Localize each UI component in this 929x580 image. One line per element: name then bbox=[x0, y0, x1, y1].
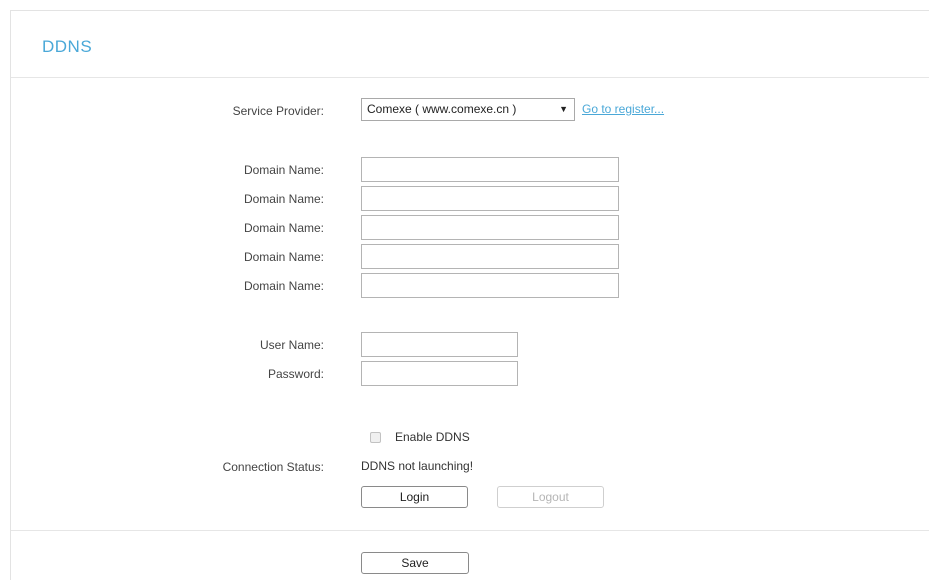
page-title: DDNS bbox=[42, 37, 93, 56]
username-label: User Name: bbox=[259, 338, 324, 352]
login-button[interactable]: Login bbox=[361, 486, 468, 508]
checkbox-icon[interactable] bbox=[370, 431, 381, 443]
service-provider-selected: Comexe ( www.comexe.cn ) bbox=[367, 102, 517, 116]
enable-ddns-label: Enable DDNS bbox=[395, 430, 470, 444]
title-divider bbox=[11, 77, 929, 78]
domain-name-label-3: Domain Name: bbox=[243, 221, 324, 235]
connection-status-value: DDNS not launching! bbox=[361, 459, 474, 473]
go-to-register-link[interactable]: Go to register... bbox=[582, 102, 664, 116]
logout-button[interactable]: Logout bbox=[497, 486, 604, 508]
domain-name-input-1[interactable] bbox=[361, 157, 619, 182]
domain-name-label-1: Domain Name: bbox=[243, 163, 324, 177]
service-provider-select[interactable]: Comexe ( www.comexe.cn ) ▼ bbox=[361, 98, 575, 121]
service-provider-label: Service Provider: bbox=[232, 104, 324, 118]
domain-name-input-3[interactable] bbox=[361, 215, 619, 240]
connection-status-label: Connection Status: bbox=[222, 460, 324, 474]
triangle-down-icon: ▼ bbox=[559, 104, 568, 114]
username-input[interactable] bbox=[361, 332, 518, 357]
domain-name-label-5: Domain Name: bbox=[243, 279, 324, 293]
domain-name-input-5[interactable] bbox=[361, 273, 619, 298]
domain-name-label-4: Domain Name: bbox=[243, 250, 324, 264]
password-label: Password: bbox=[267, 367, 324, 381]
enable-ddns-option[interactable]: Enable DDNS bbox=[370, 430, 470, 444]
save-button[interactable]: Save bbox=[361, 552, 469, 574]
footer-divider bbox=[11, 530, 929, 531]
domain-name-input-2[interactable] bbox=[361, 186, 619, 211]
domain-name-input-4[interactable] bbox=[361, 244, 619, 269]
domain-name-label-2: Domain Name: bbox=[243, 192, 324, 206]
ddns-panel: DDNS Service Provider: Comexe ( www.come… bbox=[10, 10, 929, 580]
password-input[interactable] bbox=[361, 361, 518, 386]
